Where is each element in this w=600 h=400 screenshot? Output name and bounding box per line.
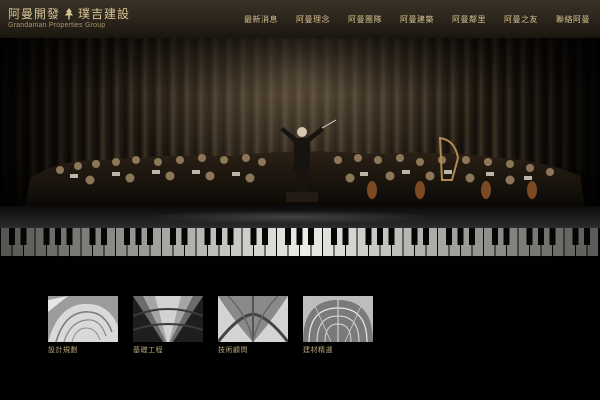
piano-glow xyxy=(140,210,440,224)
black-key xyxy=(411,228,418,245)
service-technical-consulting[interactable]: 技術顧問 xyxy=(218,296,288,356)
black-key xyxy=(446,228,452,245)
brand-name-left: 阿曼開發 xyxy=(8,7,61,21)
nav-item-philosophy[interactable]: 阿曼理念 xyxy=(296,14,330,25)
black-key xyxy=(503,228,510,245)
black-key xyxy=(135,228,142,245)
service-label: 建材精選 xyxy=(303,346,333,354)
nav-item-news[interactable]: 最新消息 xyxy=(244,14,278,25)
service-label: 技術顧問 xyxy=(218,346,248,354)
brand-name: 阿曼開發 璞吉建設 xyxy=(8,5,130,22)
spiral-architecture-image xyxy=(48,296,118,342)
black-key xyxy=(423,228,429,245)
black-key xyxy=(181,228,188,245)
black-key xyxy=(89,228,96,245)
black-key xyxy=(296,228,303,245)
black-key xyxy=(308,228,314,245)
brand-name-right: 璞吉建設 xyxy=(78,7,131,21)
brand-subtitle: Grandaman Properties Group xyxy=(8,22,106,29)
nav-item-contact[interactable]: 聯絡阿曼 xyxy=(556,14,590,25)
black-key xyxy=(572,228,579,245)
nav-item-neighborhood[interactable]: 阿曼鄰里 xyxy=(452,14,486,25)
black-key xyxy=(9,228,15,245)
black-key xyxy=(365,228,372,245)
piano-keyboard xyxy=(0,228,600,256)
black-key xyxy=(331,228,337,245)
main-nav: 最新消息 阿曼理念 阿曼團隊 阿曼建築 阿曼鄰里 阿曼之友 聯絡阿曼 xyxy=(226,14,590,25)
black-key xyxy=(124,228,130,245)
black-key xyxy=(147,228,153,245)
black-key xyxy=(388,228,395,245)
black-key xyxy=(250,228,257,245)
black-key xyxy=(526,228,533,245)
column-vault-image xyxy=(133,296,203,342)
service-label: 設計規劃 xyxy=(48,346,78,354)
nav-item-architecture[interactable]: 阿曼建築 xyxy=(400,14,434,25)
black-key xyxy=(43,228,50,245)
tree-logo-icon xyxy=(65,7,74,19)
black-key xyxy=(262,228,268,245)
piano-keys xyxy=(1,228,598,256)
skylight-arch-image xyxy=(303,296,373,342)
black-key xyxy=(227,228,234,245)
black-key xyxy=(285,228,291,245)
black-key xyxy=(549,228,556,245)
black-key xyxy=(492,228,498,245)
black-key xyxy=(457,228,464,245)
black-key xyxy=(377,228,383,245)
black-key xyxy=(66,228,73,245)
hero-banner xyxy=(0,38,600,266)
black-key xyxy=(469,228,475,245)
orchestra-image xyxy=(25,119,585,208)
service-design-planning[interactable]: 設計規劃 xyxy=(48,296,118,356)
service-foundation-engineering[interactable]: 基礎工程 xyxy=(133,296,203,356)
gothic-vault-image xyxy=(218,296,288,342)
nav-item-team[interactable]: 阿曼團隊 xyxy=(348,14,382,25)
site-header: 阿曼開發 璞吉建設 Grandaman Properties Group 最新消… xyxy=(0,0,600,39)
black-key xyxy=(216,228,222,245)
black-key xyxy=(20,228,27,245)
black-key xyxy=(538,228,544,245)
black-key xyxy=(342,228,349,245)
nav-item-friends[interactable]: 阿曼之友 xyxy=(504,14,538,25)
black-key xyxy=(204,228,211,245)
black-key xyxy=(584,228,590,245)
service-label: 基礎工程 xyxy=(133,346,163,354)
service-material-selection[interactable]: 建材精選 xyxy=(303,296,373,356)
black-key xyxy=(170,228,176,245)
black-key xyxy=(101,228,107,245)
black-key xyxy=(55,228,61,245)
